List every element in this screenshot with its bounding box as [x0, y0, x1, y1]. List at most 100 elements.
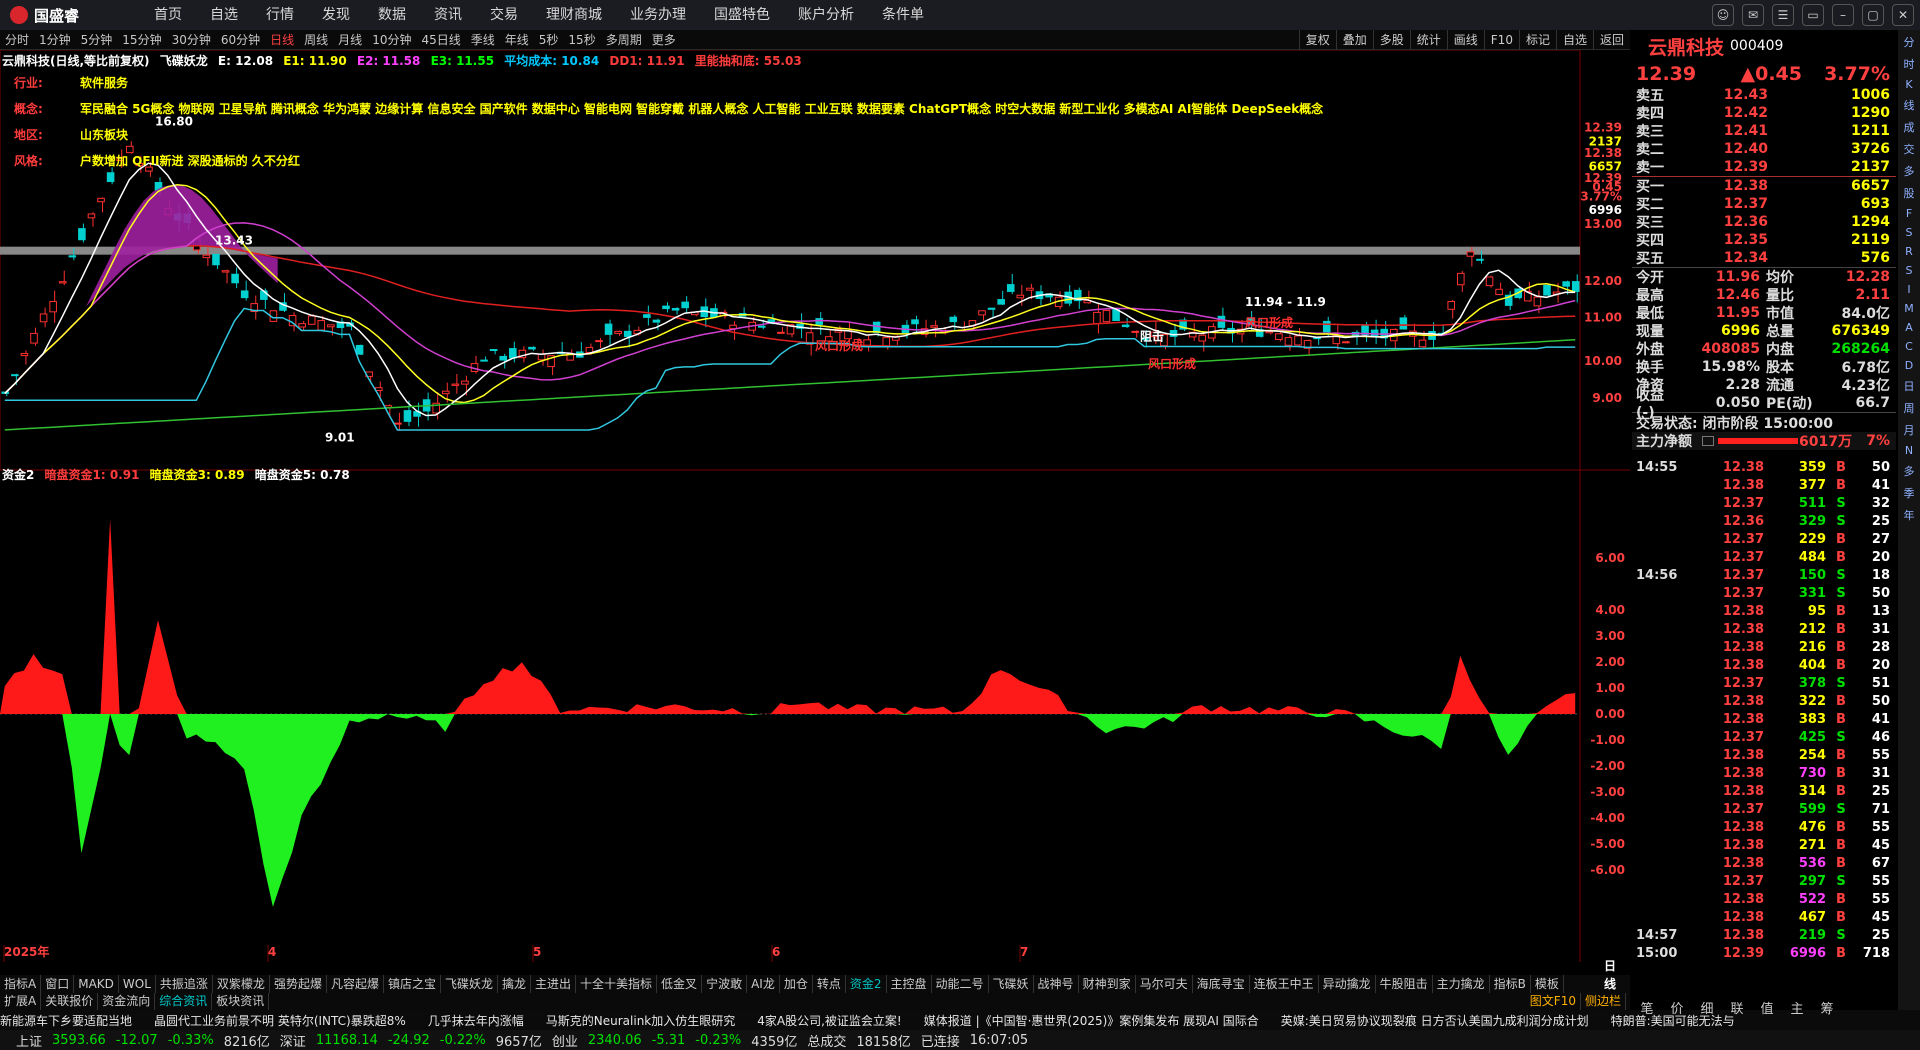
side-icon-1[interactable]: 时 [1904, 56, 1915, 72]
quote-tab-2[interactable]: 细 [1692, 998, 1722, 1017]
mail-icon[interactable]: ✉ [1742, 4, 1764, 26]
side-icon-21[interactable]: 多 [1904, 463, 1915, 479]
indicator-tab-27[interactable]: 异动擒龙 [1319, 975, 1376, 993]
toolbar-btn-0[interactable]: 复权 [1298, 30, 1336, 50]
toolbar-btn-5[interactable]: F10 [1483, 30, 1519, 50]
period-tab-3[interactable]: 15分钟 [117, 30, 166, 50]
menu-item-10[interactable]: 账户分析 [784, 0, 868, 30]
side-icon-18[interactable]: 周 [1904, 400, 1915, 416]
indicator-tab-21[interactable]: 飞碟妖 [989, 975, 1034, 993]
indicator-tab-11[interactable]: 主进出 [531, 975, 577, 993]
close-icon[interactable]: ✕ [1892, 4, 1914, 26]
side-icon-0[interactable]: 分 [1904, 34, 1915, 50]
quote-tab-4[interactable]: 值 [1752, 998, 1782, 1017]
app-logo[interactable]: 国盛睿 [0, 5, 140, 26]
indicator-tab-2[interactable]: MAKD [74, 975, 119, 993]
indicator-tab-31[interactable]: 模板 [1531, 975, 1564, 993]
indicator-tab-30[interactable]: 指标B [1490, 975, 1531, 993]
quote-tab-3[interactable]: 联 [1722, 998, 1752, 1017]
minimize-icon[interactable]: – [1832, 4, 1854, 26]
side-icon-20[interactable]: N [1905, 444, 1913, 457]
maximize-icon[interactable]: ▢ [1862, 4, 1884, 26]
indicator-tab-5[interactable]: 双紫檬龙 [213, 975, 270, 993]
menu-item-7[interactable]: 理财商城 [532, 0, 616, 30]
ext-tab-0[interactable]: 扩展A [0, 993, 42, 1010]
side-icon-2[interactable]: K [1905, 78, 1912, 91]
indicator-tab-10[interactable]: 擒龙 [498, 975, 532, 993]
side-icon-9[interactable]: S [1906, 226, 1913, 239]
indicator-tab-24[interactable]: 马尔可夫 [1136, 975, 1193, 993]
period-tab-10[interactable]: 45日线 [416, 30, 465, 50]
indicator-tab-13[interactable]: 低金叉 [657, 975, 703, 993]
period-tab-2[interactable]: 5分钟 [76, 30, 118, 50]
side-icon-3[interactable]: 线 [1904, 97, 1915, 113]
period-tab-0[interactable]: 分时 [0, 30, 34, 50]
side-icon-16[interactable]: D [1905, 359, 1913, 372]
period-tab-12[interactable]: 年线 [500, 30, 534, 50]
indicator-tab-1[interactable]: 窗口 [41, 975, 75, 993]
menu-item-5[interactable]: 资讯 [420, 0, 476, 30]
period-tab-15[interactable]: 多周期 [601, 30, 647, 50]
ext-tab-2[interactable]: 资金流向 [98, 993, 156, 1010]
side-icon-4[interactable]: 成 [1904, 119, 1915, 135]
indicator-tab-14[interactable]: 宁波敢 [702, 975, 748, 993]
side-icon-6[interactable]: 多 [1904, 163, 1915, 179]
side-icon-11[interactable]: S [1906, 264, 1913, 277]
toolbar-btn-4[interactable]: 画线 [1446, 30, 1484, 50]
side-icon-8[interactable]: F [1906, 207, 1912, 220]
ext-tab-4[interactable]: 板块资讯 [212, 993, 270, 1010]
indicator-tab-16[interactable]: 加仓 [780, 975, 813, 993]
toolbar-btn-3[interactable]: 统计 [1409, 30, 1447, 50]
toolbar-btn-8[interactable]: 返回 [1592, 30, 1630, 50]
quote-tab-6[interactable]: 筹 [1812, 998, 1842, 1017]
right-tag-1[interactable]: 侧边栏 [1581, 993, 1626, 1010]
indicator-tab-18[interactable]: 资金2 [846, 975, 887, 993]
toolbar-btn-7[interactable]: 自选 [1555, 30, 1593, 50]
toolbar-btn-6[interactable]: 标记 [1518, 30, 1556, 50]
indicator-tab-3[interactable]: WOL [119, 975, 156, 993]
menu-item-0[interactable]: 首页 [140, 0, 196, 30]
toolbar-btn-2[interactable]: 多股 [1372, 30, 1410, 50]
period-tab-6[interactable]: 日线 [265, 30, 299, 50]
news-item-5[interactable]: 媒体报道 |《中国智·惠世界(2025)》案例集发布 展现AI 国际合 [924, 1012, 1259, 1029]
side-icon-15[interactable]: C [1905, 340, 1913, 353]
screen-icon[interactable]: ▭ [1802, 4, 1824, 26]
menu-item-6[interactable]: 交易 [476, 0, 532, 30]
quote-tab-1[interactable]: 价 [1662, 998, 1692, 1017]
side-icon-19[interactable]: 月 [1904, 422, 1915, 438]
news-item-0[interactable]: 新能源车下乡要适配当地 [0, 1012, 132, 1029]
side-icon-14[interactable]: A [1905, 321, 1913, 334]
side-icon-17[interactable]: 日 [1904, 378, 1915, 394]
indicator-tab-20[interactable]: 动能二号 [932, 975, 989, 993]
menu-item-11[interactable]: 条件单 [868, 0, 938, 30]
indicator-tab-0[interactable]: 指标A [0, 975, 42, 993]
menu-item-1[interactable]: 自选 [196, 0, 252, 30]
quote-tab-0[interactable]: 笔 [1632, 998, 1662, 1017]
news-item-3[interactable]: 马斯克的Neuralink加入仿生眼研究 [546, 1012, 735, 1029]
side-icon-12[interactable]: I [1907, 283, 1910, 296]
menu-item-8[interactable]: 业务办理 [616, 0, 700, 30]
kline-chart[interactable]: 12.39213712.38665712.390.453.77%699613.0… [0, 50, 1630, 962]
menu-item-2[interactable]: 行情 [252, 0, 308, 30]
period-tab-13[interactable]: 5秒 [534, 30, 564, 50]
menu-item-3[interactable]: 发现 [308, 0, 364, 30]
side-icon-22[interactable]: 季 [1904, 485, 1915, 501]
ext-tab-3[interactable]: 综合资讯 [155, 993, 213, 1010]
menu-item-4[interactable]: 数据 [364, 0, 420, 30]
side-icon-23[interactable]: 年 [1904, 507, 1915, 523]
indicator-tab-23[interactable]: 财神到家 [1079, 975, 1136, 993]
chat-icon[interactable]: ☺ [1712, 4, 1734, 26]
indicator-tab-7[interactable]: 凡容起爆 [327, 975, 384, 993]
ext-tab-1[interactable]: 关联报价 [41, 993, 99, 1010]
period-tab-9[interactable]: 10分钟 [367, 30, 416, 50]
side-icon-7[interactable]: 股 [1904, 185, 1915, 201]
news-item-1[interactable]: 晶圆代工业务前景不明 英特尔(INTC)暴跌超8% [154, 1012, 406, 1029]
news-item-4[interactable]: 4家A股公司,被证监会立案! [757, 1012, 901, 1029]
indicator-tab-12[interactable]: 十全十美指标 [576, 975, 658, 993]
indicator-tab-9[interactable]: 飞碟妖龙 [441, 975, 498, 993]
indicator-tab-29[interactable]: 主力擒龙 [1433, 975, 1490, 993]
period-tab-16[interactable]: 更多 [647, 30, 681, 50]
indicator-tab-26[interactable]: 连板王中王 [1250, 975, 1319, 993]
indicator-tab-15[interactable]: AI龙 [747, 975, 780, 993]
period-tab-7[interactable]: 周线 [299, 30, 333, 50]
